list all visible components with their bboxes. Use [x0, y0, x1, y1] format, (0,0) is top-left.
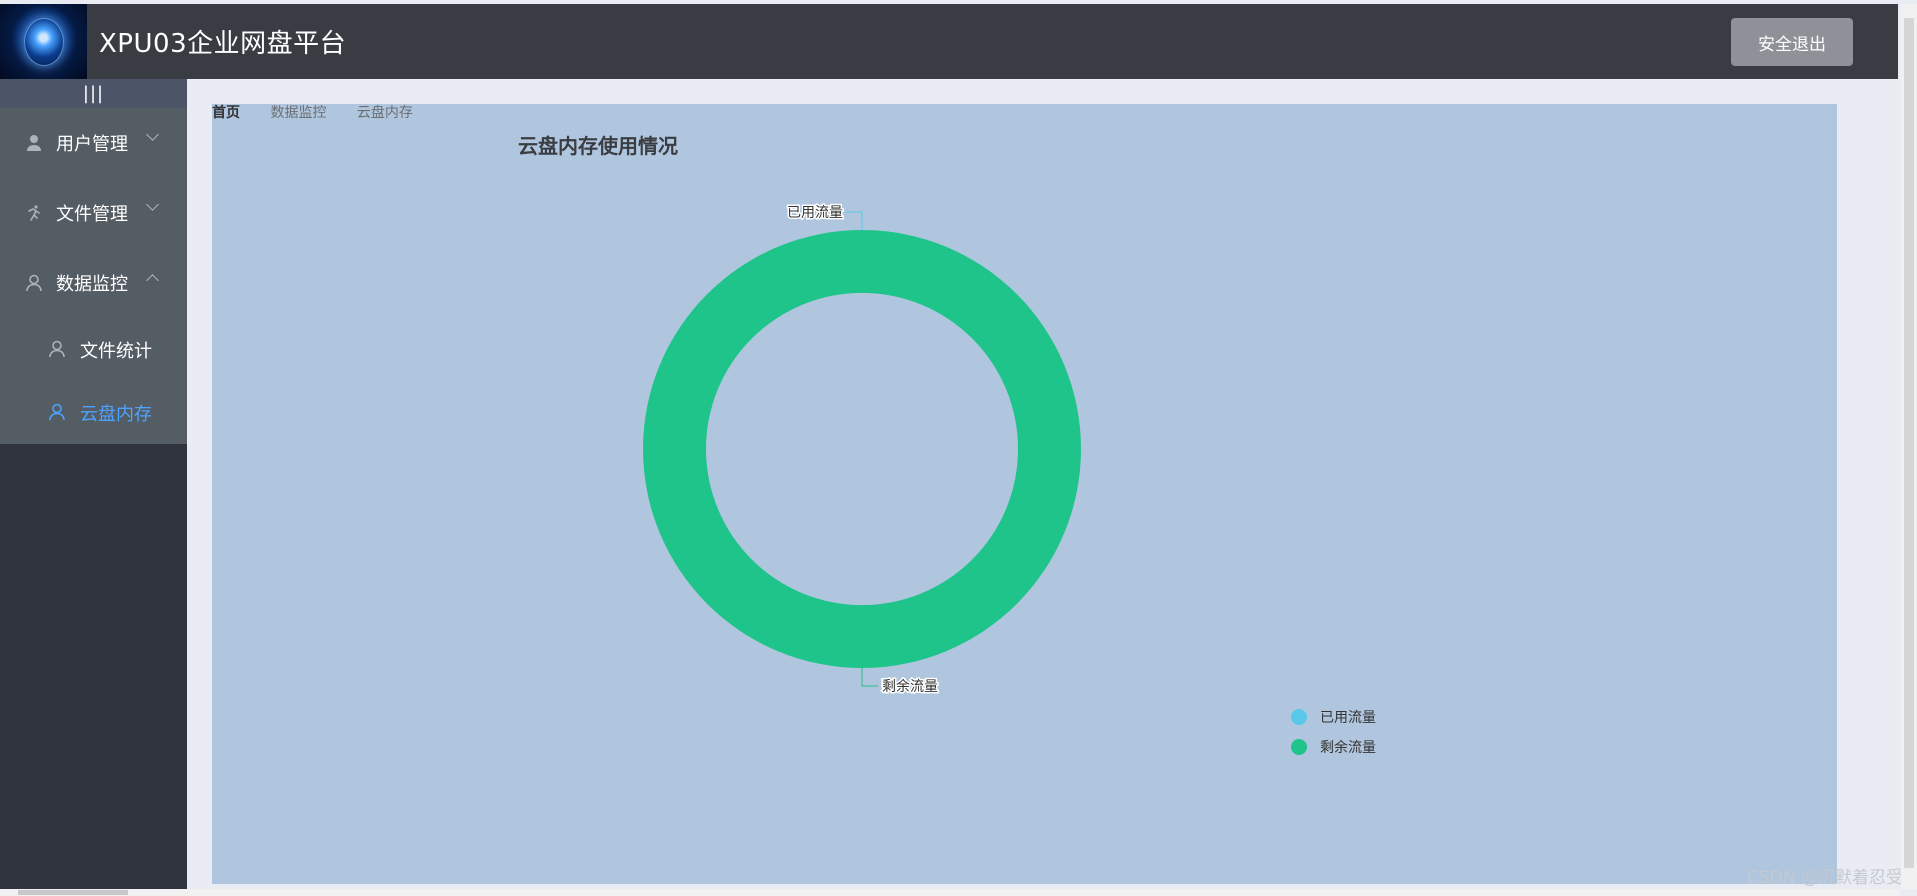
sidebar-subitem-label: 文件统计	[80, 340, 152, 362]
legend-marker[interactable]	[1291, 709, 1307, 725]
breadcrumb-cloud-storage: 云盘内存	[356, 105, 413, 121]
chevron-down-icon	[146, 198, 159, 211]
running-icon	[24, 203, 44, 223]
legend-label[interactable]: 剩余流量	[1320, 739, 1376, 756]
app-title: XPU03企业网盘平台	[99, 29, 347, 59]
slice-label: 已用流量	[787, 205, 843, 221]
user-icon	[24, 133, 44, 153]
pie-slice[interactable]	[643, 230, 1081, 668]
chart-title: 云盘内存使用情况	[518, 134, 678, 158]
sidebar: ||| 用户管理 文件管理 数据监控 文件统计 云盘内存	[0, 79, 187, 889]
breadcrumb-home[interactable]: 首页	[212, 105, 240, 121]
chevron-down-icon	[146, 128, 159, 141]
legend-marker[interactable]	[1291, 739, 1307, 755]
sidebar-item-user-management[interactable]: 用户管理	[0, 108, 187, 178]
chart-panel: 云盘内存使用情况 已用流量 剩余流量 已用流量 剩余流量	[212, 104, 1837, 884]
sidebar-subitem-file-stats[interactable]: 文件统计	[0, 318, 187, 381]
label-leader-line	[861, 668, 878, 687]
sidebar-subitem-cloud-storage[interactable]: 云盘内存	[0, 381, 187, 444]
sidebar-subitem-label: 云盘内存	[80, 403, 152, 425]
watermark: CSDN @沉默着忍受	[1747, 868, 1903, 888]
chevron-up-icon	[146, 274, 159, 287]
horizontal-scrollbar[interactable]	[0, 889, 1900, 896]
breadcrumb-data-monitoring[interactable]: 数据监控	[270, 105, 326, 121]
sidebar-item-label: 数据监控	[56, 274, 128, 295]
sidebar-item-label: 用户管理	[56, 134, 128, 155]
slice-label: 剩余流量	[882, 678, 938, 695]
top-header: XPU03企业网盘平台 安全退出	[0, 4, 1898, 79]
label-leader-line	[846, 211, 863, 230]
person-outline-icon	[48, 340, 68, 360]
breadcrumb: 首页 数据监控 云盘内存	[212, 102, 439, 121]
legend-label[interactable]: 已用流量	[1320, 710, 1376, 726]
sidebar-menu: 用户管理 文件管理 数据监控 文件统计 云盘内存	[0, 108, 187, 444]
logout-button[interactable]: 安全退出	[1731, 18, 1853, 66]
sidebar-item-label: 文件管理	[56, 204, 128, 225]
brand-logo	[0, 4, 87, 79]
sidebar-collapse-toggle[interactable]: |||	[0, 79, 187, 108]
sidebar-item-data-monitoring[interactable]: 数据监控	[0, 248, 187, 318]
person-outline-icon	[24, 273, 44, 293]
storage-pie-chart[interactable]: 云盘内存使用情况 已用流量剩余流量 已用流量剩余流量	[212, 104, 1837, 884]
person-outline-icon	[48, 403, 68, 423]
vertical-scrollbar[interactable]	[1901, 4, 1917, 889]
sidebar-item-file-management[interactable]: 文件管理	[0, 178, 187, 248]
